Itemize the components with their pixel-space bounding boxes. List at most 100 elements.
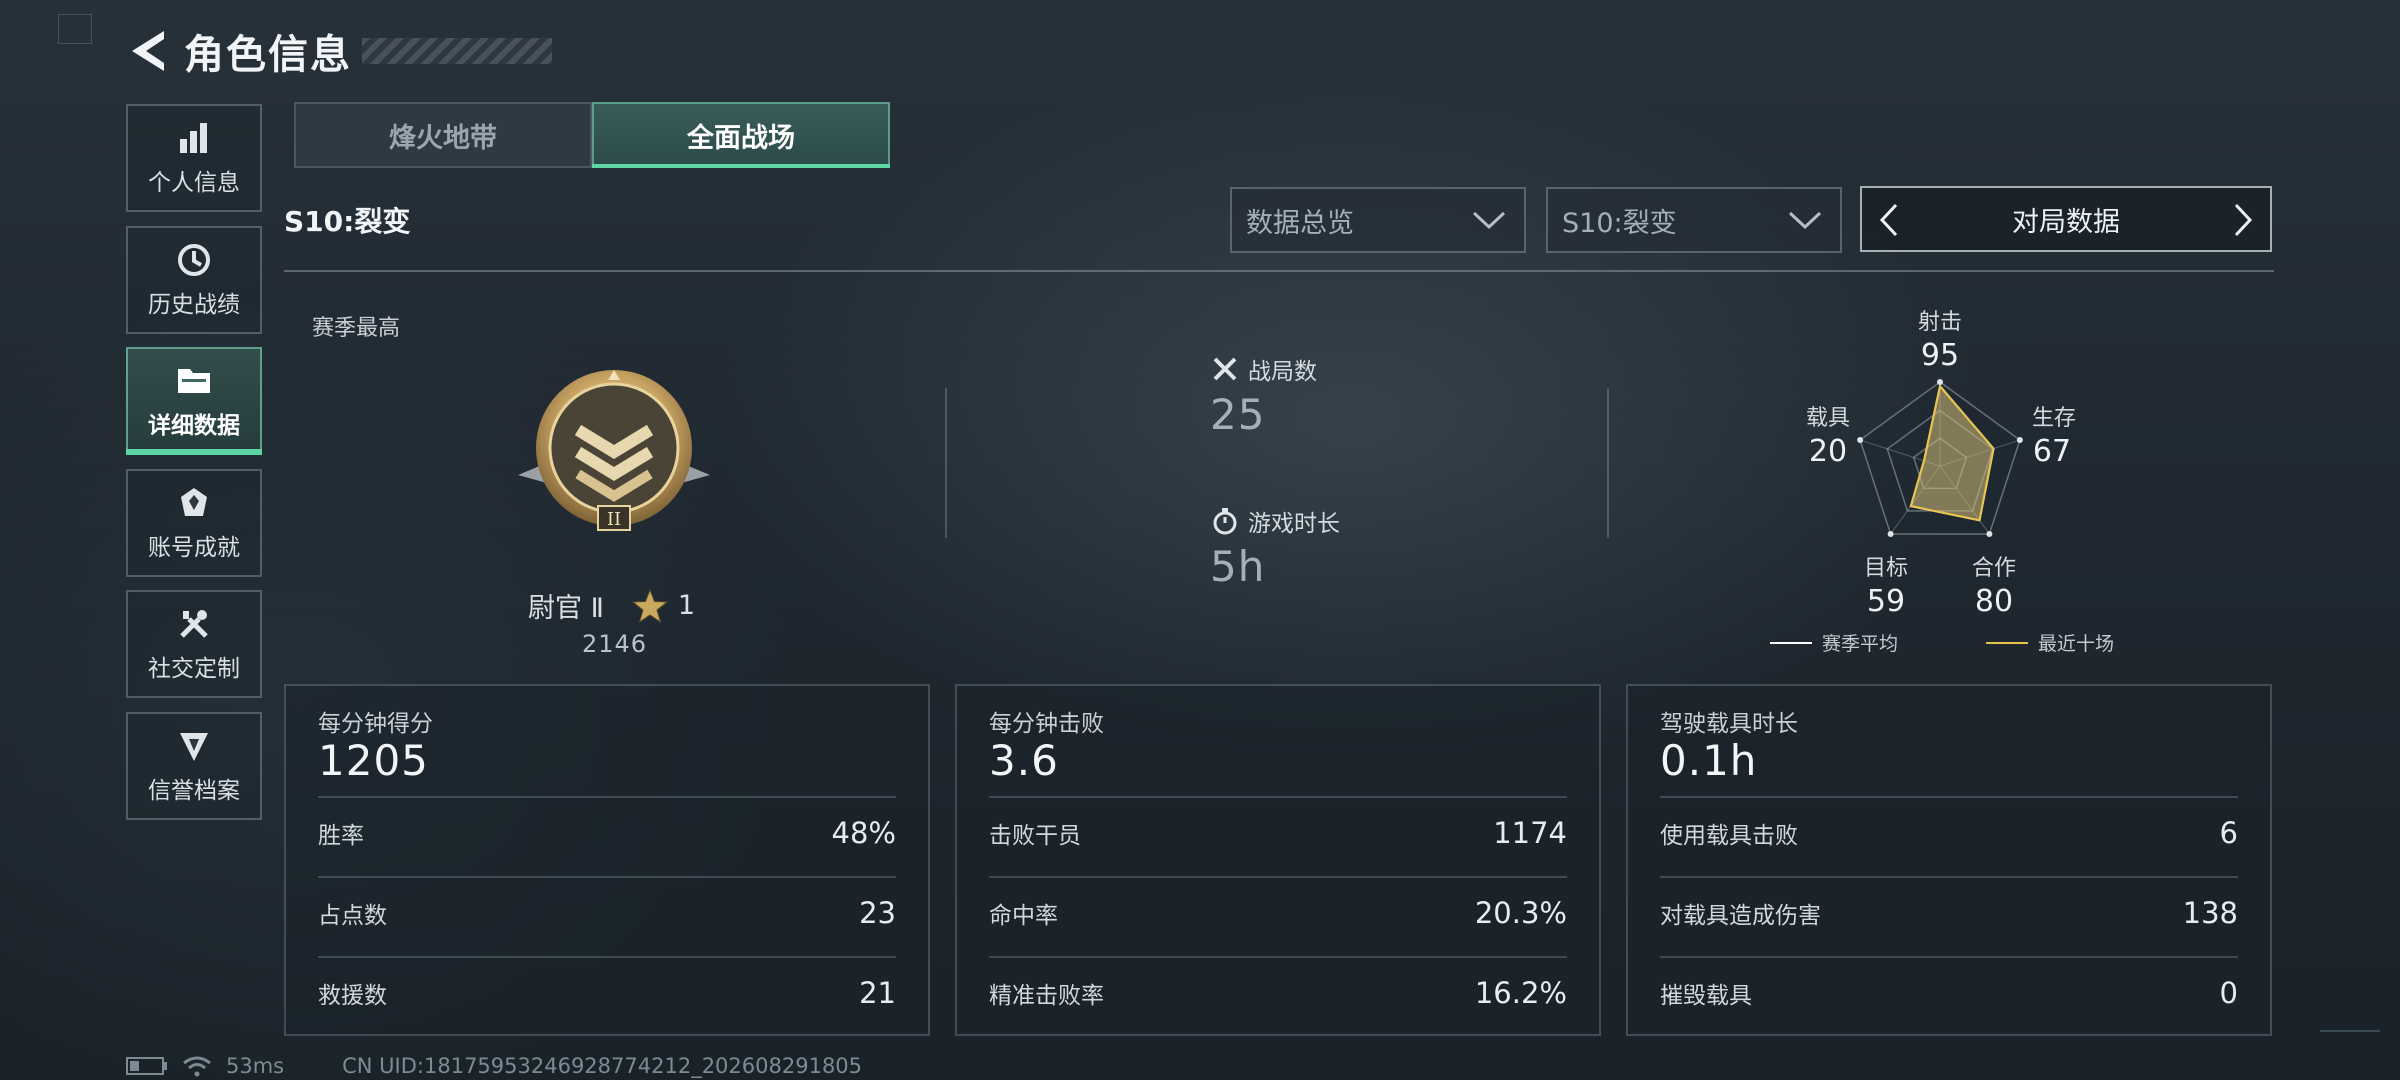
battles-label: 战局数 bbox=[1248, 359, 1317, 385]
stat-label: 救援数 bbox=[318, 983, 387, 1009]
card-title: 每分钟得分 bbox=[318, 711, 433, 737]
stat-row: 击败干员 1174 bbox=[989, 816, 1567, 850]
sidebar-item-label: 详细数据 bbox=[148, 413, 240, 439]
stat-value: 48% bbox=[831, 816, 896, 850]
sidebar-item-achievements[interactable]: 账号成就 bbox=[126, 469, 262, 577]
card-title: 驾驶载具时长 bbox=[1660, 711, 1798, 737]
folder-icon bbox=[175, 362, 213, 400]
radar-label-vehicle: 载具 bbox=[1805, 406, 1850, 431]
season-dropdown-value: S10:裂变 bbox=[1562, 207, 1677, 239]
radar-value-cooperation: 80 bbox=[1974, 584, 2014, 619]
season-best-label: 赛季最高 bbox=[312, 316, 401, 341]
vertical-divider bbox=[945, 388, 947, 538]
crossed-swords-icon bbox=[1210, 354, 1240, 384]
page-title: 角色信息 bbox=[184, 32, 352, 78]
sidebar-item-detailed-data[interactable]: 详细数据 bbox=[126, 347, 262, 455]
season-dropdown[interactable]: S10:裂变 bbox=[1546, 187, 1842, 253]
stat-row: 精准击败率 16.2% bbox=[989, 976, 1567, 1010]
kills-per-minute-card: 每分钟击败 3.6 击败干员 1174 命中率 20.3% 精准击败率 16.2% bbox=[955, 684, 1601, 1036]
legend-recent-ten: 最近十场 bbox=[1986, 629, 2114, 656]
stat-row: 摧毁载具 0 bbox=[1660, 976, 2238, 1010]
radar-label-survival: 生存 bbox=[2031, 406, 2076, 431]
radar-vertex-dot bbox=[1986, 530, 1993, 537]
sidebar-item-history[interactable]: 历史战绩 bbox=[126, 226, 262, 334]
tab-full-battlefield[interactable]: 全面战场 bbox=[592, 102, 890, 168]
star-icon bbox=[631, 588, 668, 623]
legend-season-average: 赛季平均 bbox=[1770, 629, 1898, 656]
rank-emblem-icon: II bbox=[518, 370, 710, 531]
stat-label: 占点数 bbox=[318, 903, 387, 929]
achievement-icon bbox=[175, 484, 213, 522]
stat-row: 胜率 48% bbox=[318, 816, 896, 850]
overview-dropdown-value: 数据总览 bbox=[1246, 207, 1354, 239]
radar-value-survival: 67 bbox=[2032, 434, 2072, 469]
card-divider bbox=[1660, 956, 2238, 958]
bar-chart-icon bbox=[175, 119, 213, 157]
sidebar-item-label: 信誉档案 bbox=[148, 778, 240, 804]
stat-label: 击败干员 bbox=[989, 823, 1081, 849]
card-divider bbox=[318, 956, 896, 958]
stat-value: 20.3% bbox=[1474, 896, 1567, 930]
switcher-prev-button[interactable] bbox=[1874, 202, 1904, 238]
status-bar: 53ms CN UID:18175953246928774212_2026082… bbox=[126, 1054, 862, 1078]
sidebar-item-social-custom[interactable]: 社交定制 bbox=[126, 590, 262, 698]
back-arrow-icon bbox=[132, 31, 164, 71]
legend-label: 赛季平均 bbox=[1822, 633, 1899, 655]
legend-line-white bbox=[1770, 641, 1812, 644]
card-divider bbox=[989, 956, 1567, 958]
radar-value-objective: 59 bbox=[1866, 584, 1906, 619]
stat-value: 6 bbox=[2219, 816, 2238, 850]
stopwatch-icon bbox=[1210, 506, 1240, 536]
history-icon bbox=[175, 241, 213, 279]
card-main-value: 0.1h bbox=[1660, 736, 1758, 785]
battles-stat: 战局数 25 bbox=[1210, 352, 1317, 439]
score-per-minute-card: 每分钟得分 1205 胜率 48% 占点数 23 救援数 21 bbox=[284, 684, 930, 1036]
stat-label: 使用载具击败 bbox=[1660, 823, 1798, 849]
section-divider bbox=[284, 270, 2274, 272]
stat-row: 占点数 23 bbox=[318, 896, 896, 930]
legend-line-yellow bbox=[1986, 641, 2028, 644]
card-divider bbox=[989, 796, 1567, 798]
chevron-left-icon bbox=[1879, 203, 1898, 237]
card-divider bbox=[1660, 796, 2238, 798]
switcher-next-button[interactable] bbox=[2228, 202, 2258, 238]
credit-shield-icon bbox=[175, 727, 213, 765]
stat-value: 21 bbox=[859, 976, 896, 1010]
rank-stars: 1 bbox=[677, 590, 696, 621]
card-divider bbox=[318, 796, 896, 798]
rank-name-row: 尉官 Ⅱ 1 bbox=[528, 586, 695, 625]
radar-value-shooting: 95 bbox=[1920, 338, 1960, 373]
uid-text: CN UID:18175953246928774212_202608291805 bbox=[342, 1054, 863, 1078]
sidebar-item-credit-record[interactable]: 信誉档案 bbox=[126, 712, 262, 820]
rank-numeral: II bbox=[607, 509, 621, 530]
playtime-label: 游戏时长 bbox=[1248, 511, 1340, 537]
battles-value: 25 bbox=[1210, 390, 1266, 439]
stat-label: 摧毁载具 bbox=[1660, 983, 1752, 1009]
chevron-down-icon bbox=[1472, 211, 1506, 230]
card-divider bbox=[989, 876, 1567, 878]
data-type-switcher: 对局数据 bbox=[1860, 186, 2272, 252]
stat-value: 0 bbox=[2219, 976, 2238, 1010]
corner-deco bbox=[2320, 1030, 2380, 1032]
radar-vertex-dot bbox=[1887, 530, 1894, 537]
playtime-value: 5h bbox=[1210, 542, 1266, 591]
corner-deco bbox=[58, 14, 92, 44]
stat-value: 16.2% bbox=[1474, 976, 1567, 1010]
sidebar-item-label: 账号成就 bbox=[148, 535, 240, 561]
overview-dropdown[interactable]: 数据总览 bbox=[1230, 187, 1526, 253]
stat-row: 使用载具击败 6 bbox=[1660, 816, 2238, 850]
stat-value: 138 bbox=[2182, 896, 2238, 930]
sidebar-item-label: 个人信息 bbox=[148, 170, 240, 196]
ping-value: 53ms bbox=[226, 1054, 285, 1078]
radar-label-cooperation: 合作 bbox=[1971, 556, 2016, 581]
playtime-stat: 游戏时长 5h bbox=[1210, 504, 1340, 591]
stat-label: 对载具造成伤害 bbox=[1660, 903, 1821, 929]
wifi-icon bbox=[182, 1055, 212, 1077]
chevron-down-icon bbox=[1788, 211, 1822, 230]
back-button[interactable] bbox=[126, 27, 170, 75]
tab-fenghuo-zone[interactable]: 烽火地带 bbox=[294, 102, 592, 168]
radar-label-objective: 目标 bbox=[1863, 556, 1908, 581]
sidebar-item-personal-info[interactable]: 个人信息 bbox=[126, 104, 262, 212]
card-divider bbox=[318, 876, 896, 878]
wrench-screwdriver-icon bbox=[175, 605, 213, 643]
